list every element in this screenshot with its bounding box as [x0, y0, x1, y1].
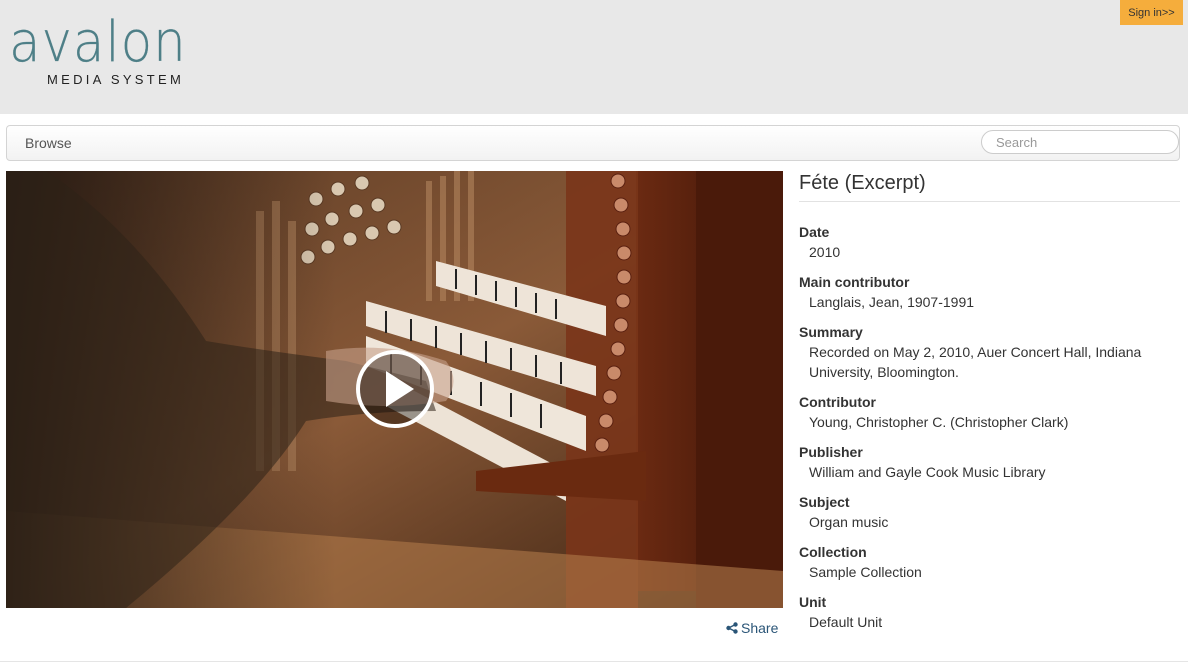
- search-input[interactable]: [981, 130, 1179, 154]
- item-title: Féte (Excerpt): [799, 172, 1180, 202]
- share-link[interactable]: Share: [726, 620, 778, 636]
- item-metadata: Féte (Excerpt) Date 2010 Main contributor L…: [799, 172, 1180, 642]
- field-value: Organ music: [809, 514, 889, 530]
- play-circle-icon[interactable]: [355, 349, 435, 429]
- field-value: Young, Christopher C. (Christopher Clark…: [809, 414, 1069, 430]
- field-value: Langlais, Jean, 1907-1991: [809, 294, 975, 310]
- metadata-list: Date 2010 Main contributor Langlais, Jean, …: [799, 222, 1180, 632]
- field-label: Summary: [799, 324, 863, 340]
- field-label: Publisher: [799, 444, 863, 460]
- nav-browse-link[interactable]: Browse: [25, 135, 72, 151]
- field-value: Sample Collection: [809, 564, 922, 580]
- field-value: Recorded on May 2, 2010, Auer Concert Ha…: [809, 344, 1142, 380]
- logo-subtitle: MEDIA SYSTEM: [47, 72, 185, 87]
- field-label: Collection: [799, 544, 867, 560]
- field-label: Unit: [799, 594, 827, 610]
- site-header: avalon MEDIA SYSTEM Sign in>>: [0, 0, 1188, 114]
- media-player[interactable]: [6, 171, 783, 608]
- field-label: Subject: [799, 494, 850, 510]
- field-value: 2010: [809, 244, 841, 260]
- sign-in-button[interactable]: Sign in>>: [1120, 0, 1183, 25]
- share-icon: [726, 622, 738, 634]
- logo-wordmark: avalon: [9, 10, 187, 75]
- field-value: William and Gayle Cook Music Library: [809, 464, 1046, 480]
- field-label: Main contributor: [799, 274, 910, 290]
- navbar: Browse: [6, 125, 1180, 161]
- field-label: Contributor: [799, 394, 876, 410]
- footer-divider: [0, 661, 1188, 662]
- field-value: Default Unit: [809, 614, 883, 630]
- share-label: Share: [741, 620, 779, 636]
- field-label: Date: [799, 224, 830, 240]
- avalon-logo[interactable]: avalon MEDIA SYSTEM: [9, 10, 199, 90]
